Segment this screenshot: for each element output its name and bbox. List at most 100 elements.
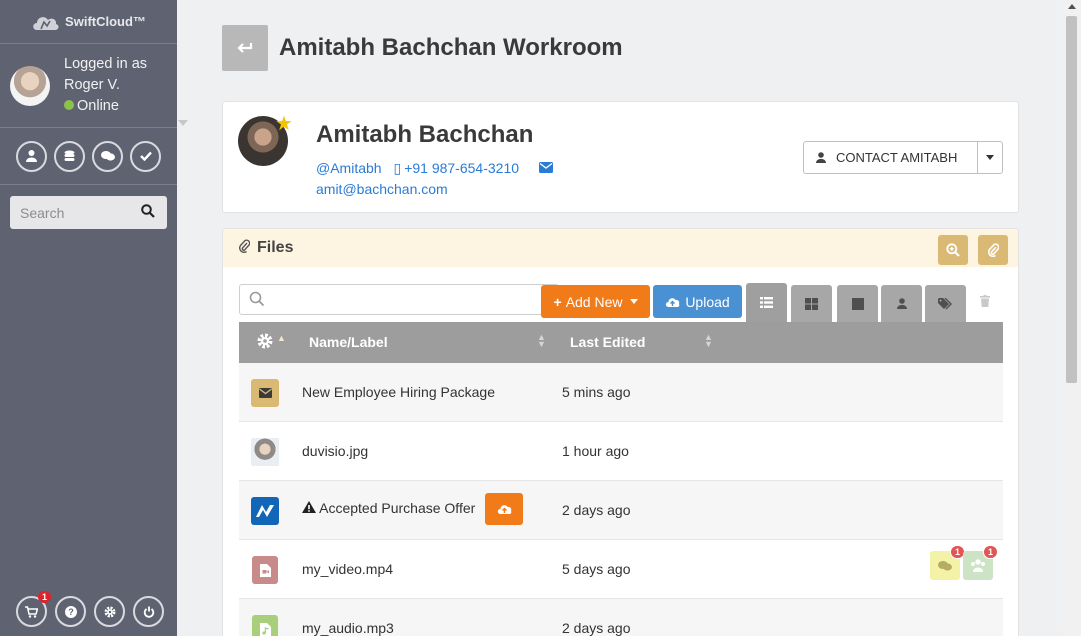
page-title: Amitabh Bachchan Workroom: [279, 34, 623, 61]
file-edited: 5 mins ago: [562, 384, 631, 400]
table-row[interactable]: Accepted Purchase Offer 2 days ago: [239, 481, 1003, 540]
user-panel[interactable]: Logged in as Roger V. Online: [0, 44, 188, 128]
brand[interactable]: SwiftCloud™: [0, 0, 177, 44]
logged-in-label: Logged in as: [64, 56, 148, 72]
document-logo-icon: [251, 497, 279, 525]
contact-dropdown-toggle[interactable]: [977, 141, 1003, 174]
sort-icon[interactable]: ▲ ▼: [537, 333, 546, 349]
contact-button-label: CONTACT AMITABH: [836, 150, 958, 165]
attach-icon[interactable]: [978, 235, 1008, 265]
column-last-edited[interactable]: Last Edited: [570, 334, 645, 350]
paperclip-icon: [239, 239, 251, 258]
grid-icon: [805, 297, 818, 310]
online-dot-icon: [64, 100, 74, 110]
cart-icon[interactable]: 1: [16, 591, 51, 627]
square-icon: [851, 297, 864, 310]
file-name[interactable]: my_audio.mp3: [302, 620, 394, 636]
contact-handle-link[interactable]: @Amitabh: [316, 160, 382, 176]
tab-list-view[interactable]: [746, 283, 787, 322]
user-name: Roger V.: [64, 77, 120, 93]
contact-links: @Amitabh ▯ +91 987-654-3210 amit@bachchan…: [316, 158, 561, 200]
caret-down-icon: [629, 299, 638, 304]
file-edited: 2 days ago: [562, 620, 631, 636]
phone-icon: ▯: [393, 160, 402, 176]
help-icon[interactable]: ?: [55, 596, 86, 627]
file-name[interactable]: duvisio.jpg: [302, 443, 368, 459]
column-settings[interactable]: ▲: [257, 333, 286, 352]
shares-button[interactable]: 1: [963, 545, 998, 580]
column-name[interactable]: Name/Label: [309, 334, 388, 350]
trash-icon[interactable]: [980, 295, 990, 310]
comment-icon: [938, 560, 952, 571]
caret-down-icon: [986, 155, 994, 160]
table-row[interactable]: my_video.mp4 5 days ago 1 1: [239, 540, 1003, 599]
user-icon[interactable]: [16, 140, 47, 172]
image-thumbnail: [251, 438, 279, 466]
search-icon: [249, 291, 265, 307]
power-icon[interactable]: [133, 596, 164, 627]
tab-tags-view[interactable]: [925, 285, 966, 322]
files-title: Files: [257, 239, 294, 256]
avatar[interactable]: [10, 65, 50, 106]
star-icon[interactable]: ★: [275, 114, 293, 134]
tab-grid-view[interactable]: [791, 285, 832, 322]
upload-label: Upload: [685, 293, 730, 310]
file-edited: 2 days ago: [562, 502, 631, 518]
chevron-down-icon[interactable]: [178, 120, 188, 126]
file-search-input[interactable]: [239, 284, 559, 315]
cloud-upload-icon: [666, 297, 680, 307]
chat-icon[interactable]: [92, 140, 123, 172]
cloud-upload-button[interactable]: [485, 493, 523, 525]
table-row[interactable]: duvisio.jpg 1 hour ago: [239, 422, 1003, 481]
back-button[interactable]: [222, 25, 268, 71]
brand-name: SwiftCloud™: [65, 14, 146, 29]
sort-icon[interactable]: ▲ ▼: [704, 333, 713, 349]
audio-file-icon: [252, 615, 278, 636]
cloud-upload-icon: [497, 505, 511, 514]
tab-people-view[interactable]: [881, 285, 922, 322]
scroll-up-icon[interactable]: [1068, 4, 1076, 9]
users-icon: [971, 559, 985, 572]
search-placeholder: Search: [20, 204, 65, 221]
database-icon[interactable]: [54, 140, 85, 172]
scrollbar-thumb[interactable]: [1066, 16, 1077, 383]
table-row[interactable]: my_audio.mp3 2 days ago: [239, 599, 1003, 636]
tags-icon: [938, 297, 952, 309]
user-icon: [896, 298, 907, 309]
warning-icon: [302, 500, 319, 516]
comments-button[interactable]: 1: [930, 545, 965, 580]
sidebar: SwiftCloud™ Logged in as Roger V. Online…: [0, 0, 188, 636]
file-edited: 5 days ago: [562, 561, 631, 577]
table-row[interactable]: New Employee Hiring Package 5 mins ago: [239, 363, 1003, 422]
sidebar-footer: 1 ?: [16, 591, 164, 627]
list-icon: [760, 297, 773, 308]
contact-phone: +91 987-654-3210: [404, 160, 520, 176]
file-name[interactable]: my_video.mp4: [302, 561, 393, 577]
files-header: Files: [223, 229, 1018, 267]
page-scrollbar[interactable]: [1063, 0, 1081, 636]
contact-email-link[interactable]: amit@bachchan.com: [316, 179, 561, 200]
file-name[interactable]: New Employee Hiring Package: [302, 384, 495, 400]
sidebar-search-input[interactable]: Search: [10, 196, 167, 229]
contact-button[interactable]: CONTACT AMITABH: [803, 141, 978, 174]
zoom-icon[interactable]: [938, 235, 968, 265]
gear-icon: [257, 333, 273, 349]
tab-large-view[interactable]: [837, 285, 878, 322]
online-status-label: Online: [77, 98, 119, 114]
sort-up-icon: ▲: [277, 333, 286, 343]
files-panel: Files + Add New Upload ▲ Name/Label ▲ ▼ …: [222, 228, 1019, 636]
search-icon[interactable]: [141, 204, 155, 218]
upload-button[interactable]: Upload: [653, 285, 742, 318]
checkmark-icon[interactable]: [130, 140, 161, 172]
file-name[interactable]: Accepted Purchase Offer: [302, 500, 475, 516]
contact-card: ★ Amitabh Bachchan @Amitabh ▯ +91 987-654…: [222, 101, 1019, 213]
contact-phone-link[interactable]: ▯ +91 987-654-3210: [393, 160, 527, 176]
envelope-icon[interactable]: [538, 160, 553, 176]
add-new-button[interactable]: + Add New: [541, 285, 650, 318]
quick-actions: [0, 128, 177, 185]
cloud-logo-icon: [33, 16, 59, 30]
envelope-icon: [251, 379, 279, 407]
back-arrow-icon: [237, 43, 253, 53]
gear-icon[interactable]: [94, 596, 125, 627]
add-new-label: Add New: [565, 293, 623, 310]
